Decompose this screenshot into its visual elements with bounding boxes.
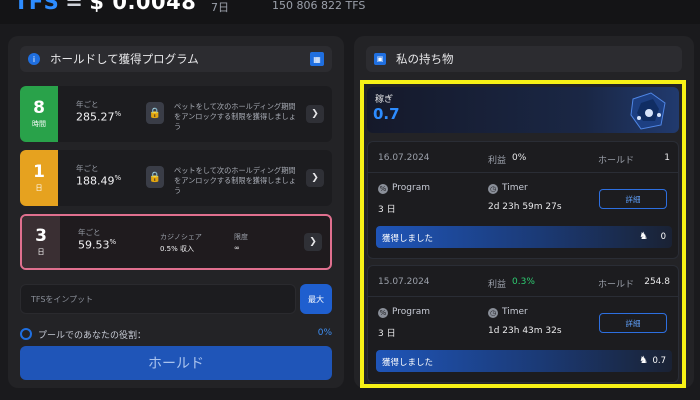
rate-unit: % xyxy=(114,110,122,118)
my-holdings-title: 私の持ち物 xyxy=(396,52,454,66)
per-year-label: 年ごと xyxy=(76,100,99,109)
chevron-down-icon[interactable]: ❯ xyxy=(306,105,324,123)
lock-icon: 🔒 xyxy=(146,166,164,188)
duration-unit: 時間 xyxy=(32,119,46,128)
tfs-price-display: TFS = $ 0.0048 xyxy=(14,0,196,14)
rate-unit: % xyxy=(114,174,122,182)
rate-value: 188.49 xyxy=(76,174,115,188)
program-card-3d[interactable]: 3 日 年ごと 59.53% カジノシェア 0.5% 収入 限度 ∞ ❯ xyxy=(20,214,332,270)
highlight-frame xyxy=(360,80,686,388)
tfs-price: $ 0.0048 xyxy=(89,0,197,14)
lock-description: ペットをして次のホールディング期間をアンロックする制限を獲得しましょう xyxy=(174,166,296,195)
annual-rate: 59.53% xyxy=(78,238,116,252)
period-label: 7日 xyxy=(211,1,229,14)
duration-unit: 日 xyxy=(37,247,45,256)
rate-value: 59.53 xyxy=(78,238,110,252)
per-year-label: 年ごと xyxy=(78,228,101,237)
pool-share-icon xyxy=(20,328,32,340)
rate-value: 285.27 xyxy=(76,110,115,124)
lock-description: ペットをして次のホールディング期間をアンロックする制限を獲得しましょう xyxy=(174,102,296,131)
duration-badge: 1 日 xyxy=(20,150,58,206)
annual-rate: 285.27% xyxy=(76,110,121,124)
duration-number: 3 xyxy=(35,225,47,246)
tfs-label: TFS xyxy=(14,0,60,14)
pool-share-value: 0% xyxy=(317,328,332,338)
rate-unit: % xyxy=(109,238,117,246)
per-year-label: 年ごと xyxy=(76,164,99,173)
program-card-1d[interactable]: 1 日 年ごと 188.49% 🔒 ペットをして次のホールディング期間をアンロッ… xyxy=(20,150,332,206)
limit-label: 限度 xyxy=(234,233,248,241)
hold-program-title: ホールドして獲得プログラム xyxy=(50,52,199,66)
chevron-down-icon[interactable]: ❯ xyxy=(304,233,322,251)
lock-icon: 🔒 xyxy=(146,102,164,124)
top-stats-strip: TFS = $ 0.0048 7日 150 806 822 TFS xyxy=(0,0,700,24)
pool-share-row: プールでのあなたの役割： 0% xyxy=(20,326,332,342)
casino-share-value: 0.5% 収入 xyxy=(160,245,195,253)
program-card-8h[interactable]: 8 時間 年ごと 285.27% 🔒 ペットをして次のホールディング期間をアンロ… xyxy=(20,86,332,142)
calculator-icon[interactable]: ▦ xyxy=(310,52,324,66)
annual-rate: 188.49% xyxy=(76,174,121,188)
tfs-amount-field[interactable] xyxy=(20,284,296,314)
supply-value: 150 806 822 TFS xyxy=(272,0,366,12)
duration-unit: 日 xyxy=(35,183,43,192)
pool-share-label: プールでのあなたの役割： xyxy=(38,331,147,341)
chevron-down-icon[interactable]: ❯ xyxy=(306,169,324,187)
limit-value: ∞ xyxy=(234,244,240,252)
hold-program-panel: i ホールドして獲得プログラム ▦ 8 時間 年ごと 285.27% 🔒 ペット… xyxy=(8,36,344,388)
tfs-amount-input[interactable] xyxy=(21,285,295,313)
duration-number: 1 xyxy=(33,161,45,182)
info-icon: i xyxy=(28,53,40,65)
equals-sign: = xyxy=(65,0,84,14)
max-button[interactable]: 最大 xyxy=(300,284,332,314)
wallet-icon: ▣ xyxy=(374,53,386,65)
my-holdings-header: ▣ 私の持ち物 xyxy=(366,46,682,72)
hold-button[interactable]: ホールド xyxy=(20,346,332,380)
duration-badge: 8 時間 xyxy=(20,86,58,142)
casino-share-label: カジノシェア xyxy=(160,233,202,241)
duration-badge: 3 日 xyxy=(22,216,60,268)
duration-number: 8 xyxy=(33,97,45,118)
hold-program-header: i ホールドして獲得プログラム ▦ xyxy=(20,46,332,72)
